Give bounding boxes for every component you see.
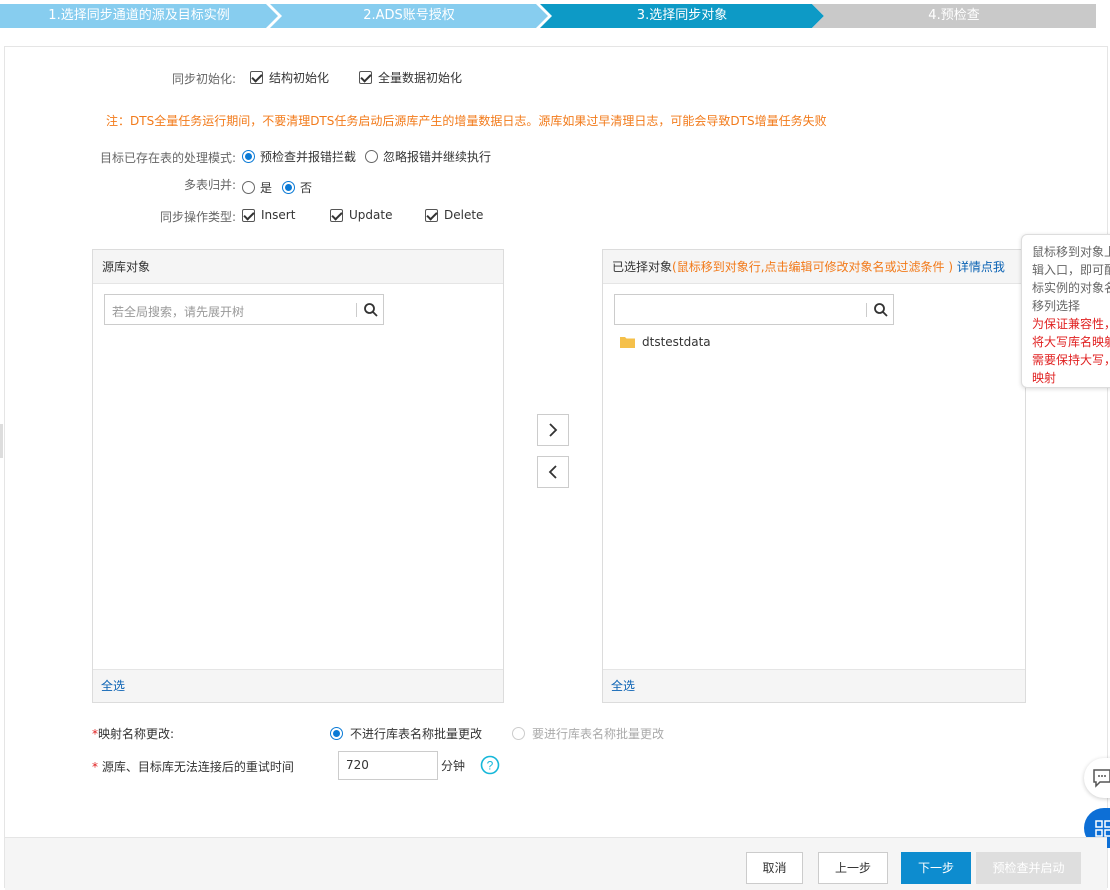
step-4: 4.预检查	[812, 4, 1096, 28]
tooltip-line: 移列选择	[1032, 299, 1081, 313]
tooltip-warn-line: 需要保持大写，	[1032, 353, 1110, 367]
feedback-float-button[interactable]	[1084, 758, 1110, 798]
radio-icon	[242, 181, 255, 194]
checkbox-icon	[330, 208, 343, 222]
wizard-steps: 1.选择同步通道的源及目标实例 2.ADS账号授权 3.选择同步对象 4.预检查	[0, 0, 1110, 32]
search-divider	[356, 303, 357, 317]
source-search-placeholder: 若全局搜索，请先展开树	[112, 305, 245, 319]
no-batch-rename-radio[interactable]: 不进行库表名称批量更改	[330, 725, 482, 742]
help-icon[interactable]: ?	[480, 755, 500, 775]
batch-rename-label: 要进行库表名称批量更改	[532, 727, 665, 741]
ignore-error-radio[interactable]: 忽略报错并继续执行	[365, 148, 491, 165]
side-collapse-handle[interactable]	[0, 424, 3, 458]
checkbox-icon	[242, 208, 255, 222]
precheck-start-button: 预检查并启动	[976, 852, 1081, 884]
radio-icon	[365, 150, 378, 163]
batch-rename-radio: 要进行库表名称批量更改	[512, 725, 664, 742]
tooltip-line: 鼠标移到对象上	[1032, 245, 1110, 259]
tooltip-line: 标实例的对象名	[1032, 281, 1110, 295]
full-data-init-label: 全量数据初始化	[378, 71, 463, 85]
merge-yes-label: 是	[260, 181, 273, 195]
precheck-block-radio[interactable]: 预检查并报错拦截	[242, 148, 356, 165]
mapping-change-label: *映射名称更改:	[92, 725, 174, 742]
selected-search-input[interactable]	[614, 294, 894, 325]
selected-select-all[interactable]: 全选	[603, 669, 1025, 702]
step-3-label: 3.选择同步对象	[636, 8, 728, 23]
checkbox-icon	[359, 71, 372, 84]
required-mark: *	[92, 760, 98, 774]
sync-init-label: 同步初始化:	[171, 72, 236, 86]
retry-time-label: * 源库、目标库无法连接后的重试时间	[92, 758, 294, 775]
insert-checkbox[interactable]: Insert	[242, 208, 295, 222]
step-2: 2.ADS账号授权	[270, 4, 548, 28]
step-1-label: 1.选择同步通道的源及目标实例	[48, 8, 230, 23]
precheck-block-label: 预检查并报错拦截	[260, 150, 357, 164]
step-4-label: 4.预检查	[928, 8, 980, 23]
radio-icon	[282, 181, 295, 194]
insert-label: Insert	[261, 208, 296, 222]
warning-note: 注：DTS全量任务运行期间，不要清理DTS任务启动后源库产生的增量数据日志。源库…	[106, 114, 827, 128]
selected-panel-hint: (鼠标移到对象行,点击编辑可修改对象名或过滤条件 )	[672, 260, 954, 274]
tooltip-line: 辑入口，即可配	[1032, 263, 1110, 277]
source-objects-panel: 源库对象 若全局搜索，请先展开树 全选	[92, 249, 504, 703]
footer-bar: 取消 上一步 下一步 预检查并启动	[5, 837, 1107, 890]
selected-tree-item[interactable]: dtstestdata	[620, 335, 711, 349]
step-3: 3.选择同步对象	[540, 4, 824, 28]
search-icon[interactable]	[872, 301, 890, 319]
step-1: 1.选择同步通道的源及目标实例	[0, 4, 278, 28]
mapping-change-text: 映射名称更改:	[98, 727, 175, 741]
cancel-button[interactable]: 取消	[746, 852, 803, 884]
prev-step-button[interactable]: 上一步	[818, 852, 888, 884]
delete-label: Delete	[444, 208, 484, 222]
tooltip-warn-line: 为保证兼容性，	[1032, 317, 1110, 331]
step-2-label: 2.ADS账号授权	[363, 8, 455, 23]
folder-icon	[620, 337, 635, 348]
radio-icon	[512, 727, 525, 740]
search-divider	[866, 303, 867, 317]
tooltip-warn-line: 映射	[1032, 371, 1057, 385]
retry-time-input[interactable]: 720	[338, 751, 438, 780]
radio-icon	[242, 150, 255, 163]
source-select-all[interactable]: 全选	[93, 669, 503, 702]
chevron-left-icon	[548, 465, 557, 479]
selected-panel-header: 已选择对象(鼠标移到对象行,点击编辑可修改对象名或过滤条件 ) 详情点我	[603, 250, 1025, 284]
merge-no-label: 否	[300, 181, 313, 195]
move-left-button[interactable]	[537, 456, 569, 488]
checkbox-icon	[250, 71, 263, 84]
checkbox-icon	[425, 208, 438, 222]
move-right-button[interactable]	[537, 414, 569, 446]
delete-checkbox[interactable]: Delete	[425, 208, 483, 222]
source-panel-title: 源库对象	[93, 250, 503, 284]
merge-yes-radio[interactable]: 是	[242, 179, 272, 196]
selected-item-name: dtstestdata	[642, 335, 711, 349]
existing-table-mode-label: 目标已存在表的处理模式:	[99, 151, 236, 165]
multi-table-merge-label: 多表归并:	[183, 178, 236, 192]
struct-init-checkbox[interactable]: 结构初始化	[250, 69, 329, 86]
no-batch-rename-label: 不进行库表名称批量更改	[350, 727, 483, 741]
svg-text:?: ?	[487, 759, 494, 773]
update-label: Update	[349, 208, 393, 222]
chat-icon	[1093, 769, 1110, 788]
retry-time-unit: 分钟	[441, 759, 466, 773]
full-data-init-checkbox[interactable]: 全量数据初始化	[359, 69, 462, 86]
chevron-right-icon	[549, 423, 558, 437]
search-icon[interactable]	[362, 301, 380, 319]
selected-objects-panel: 已选择对象(鼠标移到对象行,点击编辑可修改对象名或过滤条件 ) 详情点我 dts…	[602, 249, 1026, 703]
sync-ops-label: 同步操作类型:	[159, 210, 236, 224]
retry-time-text: 源库、目标库无法连接后的重试时间	[101, 760, 294, 774]
ignore-error-label: 忽略报错并继续执行	[383, 150, 492, 164]
tooltip-warn-line: 将大写库名映射	[1032, 335, 1110, 349]
detail-tooltip: 鼠标移到对象上 辑入口，即可配 标实例的对象名 移列选择 为保证兼容性， 将大写…	[1021, 234, 1110, 388]
struct-init-label: 结构初始化	[269, 71, 330, 85]
source-search-input[interactable]: 若全局搜索，请先展开树	[104, 294, 384, 325]
merge-no-radio[interactable]: 否	[282, 179, 312, 196]
selected-panel-title: 已选择对象	[612, 260, 673, 274]
next-step-button[interactable]: 下一步	[901, 852, 971, 884]
detail-link[interactable]: 详情点我	[957, 260, 1005, 274]
radio-icon	[330, 727, 343, 740]
update-checkbox[interactable]: Update	[330, 208, 392, 222]
